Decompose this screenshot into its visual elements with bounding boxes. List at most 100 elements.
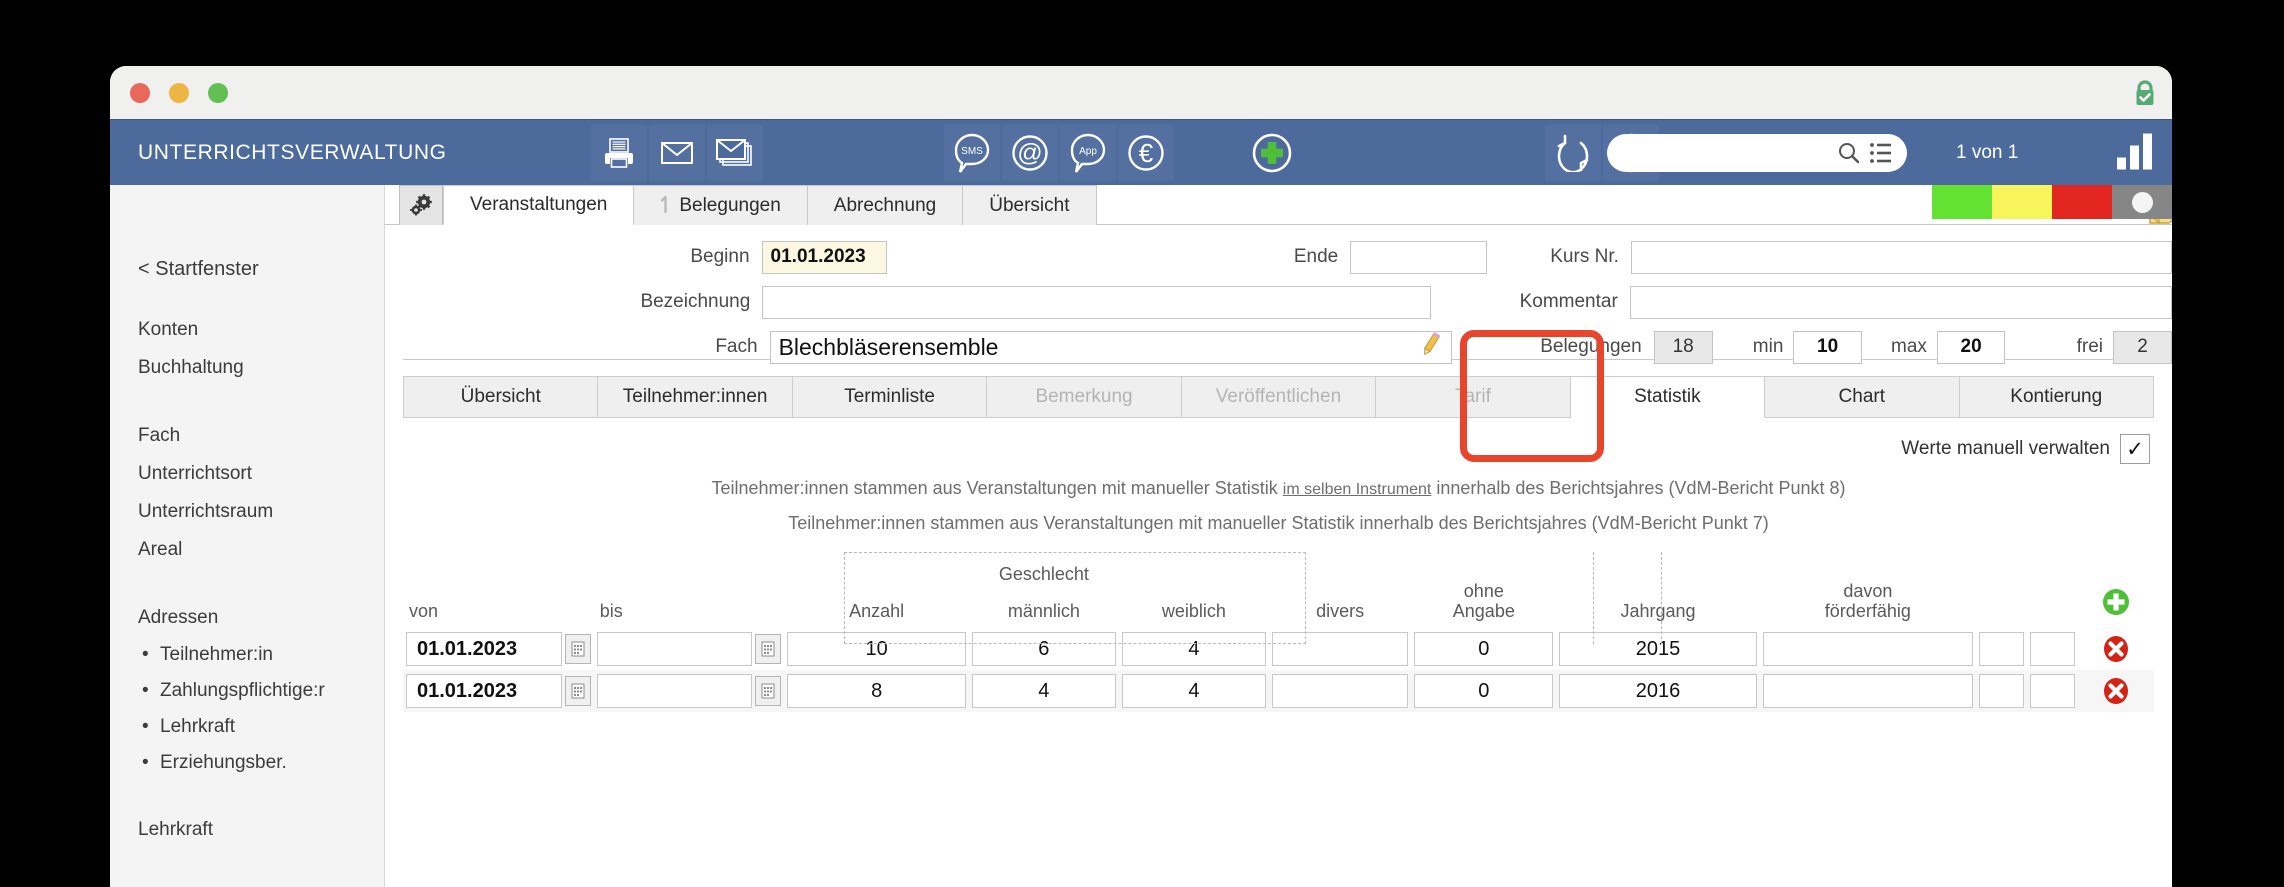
- row1-divers-input[interactable]: [1271, 674, 1409, 708]
- tab-veranstaltungen[interactable]: Veranstaltungen: [443, 185, 635, 225]
- sidebar-item-areal[interactable]: Areal: [138, 531, 384, 569]
- row1-anzahl-input[interactable]: 8: [787, 674, 966, 708]
- zoom-button[interactable]: [208, 83, 228, 103]
- table-head: von bis Anzahl Geschlecht männlich weibl…: [403, 550, 2154, 628]
- sidebar-item-fach[interactable]: Fach: [138, 417, 384, 455]
- tab-terminliste[interactable]: Terminliste: [792, 376, 988, 418]
- sidebar-item-unterrichtsort[interactable]: Unterrichtsort: [138, 455, 384, 493]
- status-badge-neutral[interactable]: [2112, 185, 2172, 219]
- row1-delete-row-icon[interactable]: [2081, 676, 2151, 706]
- row1-weiblich-input[interactable]: 4: [1121, 674, 1266, 708]
- cell-von: 01.01.2023: [403, 670, 594, 712]
- belegungen-total: 18: [1653, 330, 1713, 364]
- table-row[interactable]: 01.01.2023: [403, 670, 2154, 712]
- manual-values-checkbox[interactable]: ✓: [2120, 434, 2150, 464]
- status-badge-red[interactable]: [2052, 185, 2112, 219]
- belegungen-min-input[interactable]: 10: [1793, 330, 1862, 364]
- row0-von-input[interactable]: 01.01.2023: [406, 632, 562, 666]
- row1-maennlich-input[interactable]: 4: [971, 674, 1116, 708]
- th-add-action: [2078, 550, 2154, 628]
- sidebar-item-unterrichtsraum[interactable]: Unterrichtsraum: [138, 493, 384, 531]
- ende-input[interactable]: [1350, 240, 1487, 274]
- bar-chart-icon[interactable]: [2115, 131, 2159, 174]
- search-input[interactable]: [1607, 134, 1907, 172]
- bezeichnung-input[interactable]: [762, 285, 1432, 319]
- status-badge-yellow[interactable]: [1992, 185, 2052, 219]
- row0-extra2-input[interactable]: [2029, 632, 2075, 666]
- mail-batch-icon[interactable]: [707, 124, 763, 181]
- table-row[interactable]: 01.01.2023: [403, 628, 2154, 670]
- row0-extra1-input[interactable]: [1978, 632, 2024, 666]
- sms-icon[interactable]: SMS: [944, 124, 1000, 181]
- row0-jahrgang-input[interactable]: 2015: [1559, 632, 1757, 666]
- tab-uebersicht[interactable]: Übersicht: [403, 376, 599, 418]
- add-plus-icon[interactable]: [1244, 125, 1300, 181]
- app-icon[interactable]: App: [1060, 124, 1116, 181]
- form-row-bezeichnung-kommentar: Bezeichnung Kommentar: [385, 282, 2172, 322]
- sidebar-item-zahlungspflichtiger[interactable]: Zahlungspflichtige:r: [138, 673, 384, 709]
- window-titlebar: [110, 66, 2172, 119]
- row0-anzahl-input[interactable]: 10: [787, 632, 966, 666]
- tab-teilnehmerinnen[interactable]: Teilnehmer:innen: [598, 376, 793, 418]
- printer-icon[interactable]: [591, 124, 647, 181]
- tab-belegungen[interactable]: Belegungen: [634, 185, 808, 225]
- note1-post: innerhalb des Berichtsjahres (VdM-Berich…: [1431, 478, 1846, 498]
- row0-bis-input[interactable]: [596, 632, 753, 666]
- kursnr-input[interactable]: [1630, 240, 2172, 274]
- minimize-button[interactable]: [169, 83, 189, 103]
- mail-icon[interactable]: [649, 124, 705, 181]
- euro-icon[interactable]: €: [1118, 124, 1174, 181]
- sidebar-item-lehrkraft-adresse[interactable]: Lehrkraft: [138, 709, 384, 745]
- row0-bis-calendar-icon[interactable]: [755, 634, 782, 664]
- tab-bemerkung: Bemerkung: [987, 376, 1182, 418]
- pencil-icon[interactable]: [1419, 331, 1443, 363]
- email-at-icon[interactable]: @: [1002, 124, 1058, 181]
- gears-icon[interactable]: [399, 185, 443, 225]
- row1-foerder-input[interactable]: [1762, 674, 1973, 708]
- row1-bis-calendar-icon[interactable]: [755, 676, 782, 706]
- tab-abrechnung[interactable]: Abrechnung: [807, 185, 964, 225]
- sidebar-item-erziehungsber[interactable]: Erziehungsber.: [138, 745, 384, 781]
- sidebar-item-teilnehmerin[interactable]: Teilnehmer:in: [138, 637, 384, 673]
- row0-maennlich-input[interactable]: 6: [971, 632, 1116, 666]
- sidebar-back-startfenster[interactable]: < Startfenster: [138, 258, 384, 281]
- cell-delete: [2077, 670, 2154, 712]
- tab-chart[interactable]: Chart: [1765, 376, 1960, 418]
- beginn-input[interactable]: 01.01.2023: [761, 240, 888, 274]
- row1-extra1-input[interactable]: [1978, 674, 2024, 708]
- row0-delete-row-icon[interactable]: [2081, 634, 2151, 664]
- sidebar-item-adressen[interactable]: Adressen: [138, 599, 384, 637]
- sidebar-group-konten: Konten Buchhaltung: [138, 311, 384, 387]
- row1-bis-input[interactable]: [596, 674, 753, 708]
- row1-von-calendar-icon[interactable]: [564, 676, 591, 706]
- row0-weiblich-input[interactable]: 4: [1121, 632, 1266, 666]
- row0-ohne-input[interactable]: 0: [1414, 632, 1554, 666]
- secondary-tabbar: Übersicht Teilnehmer:innen Terminliste B…: [403, 330, 2154, 462]
- tab-uebersicht-top[interactable]: Übersicht: [963, 185, 1097, 225]
- statistics-table-zone: von bis Anzahl Geschlecht männlich weibl…: [403, 550, 2154, 712]
- belegungen-frei: 2: [2113, 330, 2172, 364]
- application-toolbar: UNTERRICHTSVERWALTUNG SMS @ App € 1 von …: [110, 119, 2172, 185]
- tab-kontierung[interactable]: Kontierung: [1959, 376, 2154, 418]
- tab-statistik[interactable]: Statistik: [1570, 376, 1766, 418]
- row1-von-input[interactable]: 01.01.2023: [406, 674, 562, 708]
- row1-jahrgang-input[interactable]: 2016: [1559, 674, 1757, 708]
- row1-ohne-input[interactable]: 0: [1414, 674, 1554, 708]
- row0-von-calendar-icon[interactable]: [564, 634, 591, 664]
- add-row-icon[interactable]: [2101, 589, 2131, 621]
- sidebar-item-konten[interactable]: Konten: [138, 311, 384, 349]
- row0-foerder-input[interactable]: [1762, 632, 1973, 666]
- sidebar-item-buchhaltung[interactable]: Buchhaltung: [138, 349, 384, 387]
- row1-extra2-input[interactable]: [2029, 674, 2075, 708]
- close-button[interactable]: [130, 83, 150, 103]
- kommentar-input[interactable]: [1629, 285, 2172, 319]
- fach-input[interactable]: Blechbläserensemble: [769, 330, 1452, 364]
- list-icon[interactable]: [1869, 142, 1893, 164]
- sidebar-item-lehrkraft[interactable]: Lehrkraft: [138, 811, 384, 849]
- row0-divers-input[interactable]: [1271, 632, 1409, 666]
- refresh-icon[interactable]: [1545, 124, 1601, 181]
- status-badge-green[interactable]: [1932, 185, 1992, 219]
- belegungen-max-input[interactable]: 20: [1936, 330, 2006, 364]
- label-kursnr: Kurs Nr.: [1550, 246, 1619, 267]
- tab-veroeffentlichen: Veröffentlichen: [1181, 376, 1377, 418]
